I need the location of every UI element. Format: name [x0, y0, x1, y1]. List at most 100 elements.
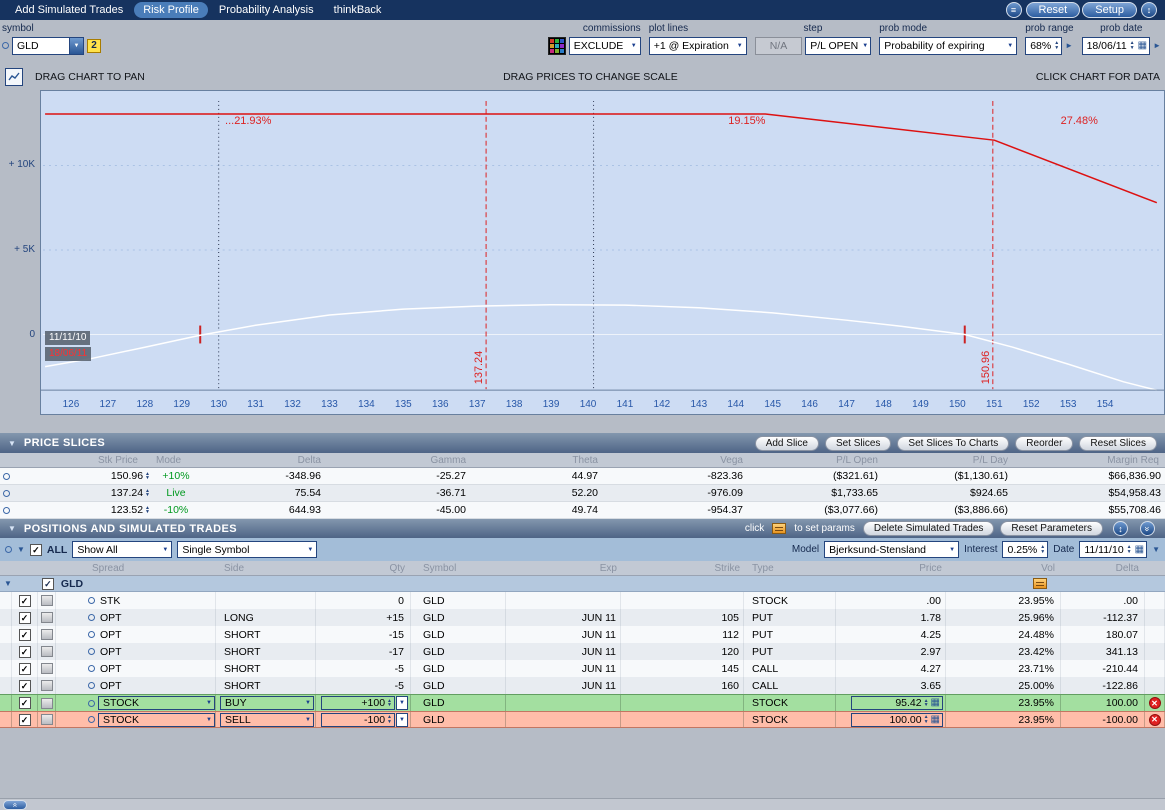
- risk-chart-svg[interactable]: 137.24150.96...21.93%19.15%27.48%1261271…: [41, 91, 1164, 414]
- prob-range-input[interactable]: 68%▲▼: [1025, 37, 1062, 55]
- side-dropdown[interactable]: BUY▼: [220, 696, 314, 710]
- spinner-arrows-icon[interactable]: ▲▼: [387, 715, 392, 724]
- link-ring-icon[interactable]: [2, 42, 9, 49]
- symbol-group-row[interactable]: ▼ ✓ GLD: [0, 576, 1165, 592]
- prob-date-input[interactable]: 18/06/11▲▼▦: [1082, 37, 1151, 55]
- row-grip-button[interactable]: [41, 612, 53, 623]
- spinner-arrows-icon[interactable]: ▲▼: [924, 699, 929, 708]
- column-header-mode[interactable]: Mode: [152, 455, 200, 466]
- spinner-arrows-icon[interactable]: ▲▼: [145, 489, 150, 498]
- detach-icon[interactable]: ↕: [1141, 2, 1157, 18]
- column-header-theta[interactable]: Theta: [470, 455, 602, 466]
- tab-add-simulated-trades[interactable]: Add Simulated Trades: [6, 2, 132, 18]
- set-params-icon[interactable]: [1033, 578, 1047, 589]
- reorder-button[interactable]: Reorder: [1015, 436, 1073, 451]
- prob-range-expand-icon[interactable]: ►: [1065, 41, 1073, 50]
- column-header-stk-price[interactable]: Stk Price: [12, 455, 152, 466]
- setup-button[interactable]: Setup: [1082, 2, 1137, 18]
- chart-style-button[interactable]: [5, 68, 23, 86]
- row-checkbox[interactable]: ✓: [19, 646, 31, 658]
- spinner-arrows-icon[interactable]: ▲▼: [145, 506, 150, 515]
- mode-cell[interactable]: +10%: [152, 470, 200, 482]
- bottom-scrollbar[interactable]: »: [0, 798, 1165, 810]
- reset-button[interactable]: Reset: [1026, 2, 1081, 18]
- column-header-type[interactable]: Type: [744, 563, 836, 574]
- date-input[interactable]: 11/11/10▲▼▦: [1079, 541, 1147, 558]
- date-expand-icon[interactable]: ▼: [1152, 545, 1160, 554]
- row-checkbox[interactable]: ✓: [19, 612, 31, 624]
- expand-panel-button[interactable]: »: [3, 800, 27, 810]
- link-ring-icon[interactable]: [5, 546, 12, 553]
- reset-slices-button[interactable]: Reset Slices: [1079, 436, 1157, 451]
- column-header-delta[interactable]: Delta: [1061, 563, 1145, 574]
- spinner-arrows-icon[interactable]: ▲▼: [1054, 41, 1059, 50]
- column-header-vega[interactable]: Vega: [602, 455, 747, 466]
- symbol-dropdown-icon[interactable]: ▼: [70, 37, 84, 55]
- column-header-vol[interactable]: Vol: [946, 563, 1061, 574]
- prob-mode-select[interactable]: Probability of expiring▼: [879, 37, 1017, 55]
- single-symbol-select[interactable]: Single Symbol▼: [177, 541, 317, 558]
- row-grip-button[interactable]: [41, 629, 53, 640]
- add-slice-button[interactable]: Add Slice: [755, 436, 819, 451]
- set-slices-button[interactable]: Set Slices: [825, 436, 891, 451]
- column-header-gamma[interactable]: Gamma: [325, 455, 470, 466]
- expand-triangle-icon[interactable]: ▼: [17, 545, 25, 554]
- qty-input[interactable]: -100▲▼: [321, 713, 395, 727]
- layout-grid-icon[interactable]: [548, 37, 566, 55]
- all-checkbox[interactable]: ✓: [30, 544, 42, 556]
- price-input[interactable]: 95.42▲▼▦: [851, 696, 943, 710]
- spread-dropdown[interactable]: STOCK▼: [98, 696, 215, 710]
- column-header-strike[interactable]: Strike: [621, 563, 744, 574]
- tab-probability-analysis[interactable]: Probability Analysis: [210, 2, 323, 18]
- symbol-input[interactable]: GLD: [12, 37, 70, 55]
- step-select[interactable]: P/L OPEN▼: [805, 37, 871, 55]
- set-slices-to-charts-button[interactable]: Set Slices To Charts: [897, 436, 1009, 451]
- spread-dropdown[interactable]: STOCK▼: [98, 713, 215, 727]
- qty-dropdown-icon[interactable]: ▼: [396, 713, 408, 727]
- interest-input[interactable]: 0.25%▲▼: [1002, 541, 1048, 558]
- show-all-select[interactable]: Show All▼: [72, 541, 172, 558]
- reset-parameters-button[interactable]: Reset Parameters: [1000, 521, 1103, 536]
- spinner-arrows-icon[interactable]: ▲▼: [387, 699, 392, 708]
- row-checkbox[interactable]: ✓: [19, 595, 31, 607]
- spinner-arrows-icon[interactable]: ▲▼: [924, 715, 929, 724]
- prob-date-expand-icon[interactable]: ►: [1153, 41, 1161, 50]
- column-header-p-l-open[interactable]: P/L Open: [747, 455, 882, 466]
- calendar-icon[interactable]: ▦: [1135, 545, 1144, 555]
- commissions-select[interactable]: EXCLUDE▼: [569, 37, 641, 55]
- qty-dropdown-icon[interactable]: ▼: [396, 696, 408, 710]
- price-link-icon[interactable]: ▦: [931, 715, 940, 725]
- price-input[interactable]: 100.00▲▼▦: [851, 713, 943, 727]
- row-checkbox[interactable]: ✓: [19, 629, 31, 641]
- column-header-exp[interactable]: Exp: [506, 563, 621, 574]
- chart-plot-area[interactable]: 137.24150.96...21.93%19.15%27.48%1261271…: [40, 90, 1165, 415]
- model-select[interactable]: Bjerksund-Stensland▼: [824, 541, 959, 558]
- row-checkbox[interactable]: ✓: [19, 680, 31, 692]
- row-checkbox[interactable]: ✓: [19, 714, 31, 726]
- plot-lines-select[interactable]: +1 @ Expiration▼: [649, 37, 747, 55]
- mode-cell[interactable]: -10%: [152, 504, 200, 516]
- column-header-qty[interactable]: Qty: [316, 563, 411, 574]
- calendar-icon[interactable]: ▦: [1138, 41, 1147, 51]
- stk-price-cell[interactable]: 123.52▲▼: [12, 504, 152, 516]
- spinner-arrows-icon[interactable]: ▲▼: [1040, 545, 1045, 554]
- column-header-side[interactable]: Side: [216, 563, 316, 574]
- spinner-arrows-icon[interactable]: ▲▼: [1127, 545, 1132, 554]
- row-checkbox[interactable]: ✓: [19, 663, 31, 675]
- row-grip-button[interactable]: [41, 646, 53, 657]
- collapse-triangle-icon[interactable]: ▼: [8, 524, 16, 533]
- column-header-symbol[interactable]: Symbol: [411, 563, 506, 574]
- row-grip-button[interactable]: [41, 663, 53, 674]
- row-grip-button[interactable]: [41, 680, 53, 691]
- scroll-up-down-icon[interactable]: ↕: [1113, 521, 1128, 536]
- spinner-arrows-icon[interactable]: ▲▼: [145, 472, 150, 481]
- remove-trade-button[interactable]: ✕: [1149, 697, 1161, 709]
- link-badge[interactable]: 2: [87, 39, 101, 53]
- print-icon[interactable]: ≡: [1006, 2, 1022, 18]
- delete-simulated-trades-button[interactable]: Delete Simulated Trades: [863, 521, 995, 536]
- column-header-price[interactable]: Price: [836, 563, 946, 574]
- column-header-margin-req[interactable]: Margin Req: [1012, 455, 1165, 466]
- group-checkbox[interactable]: ✓: [42, 578, 54, 590]
- tab-thinkback[interactable]: thinkBack: [325, 2, 391, 18]
- row-grip-button[interactable]: [41, 714, 53, 725]
